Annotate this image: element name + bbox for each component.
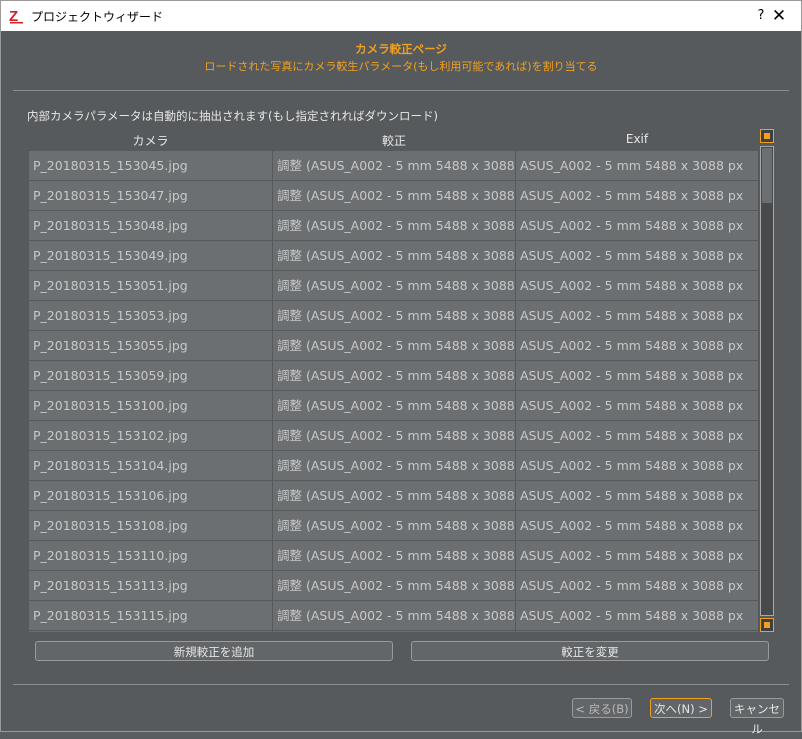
vertical-scrollbar[interactable] bbox=[760, 146, 774, 616]
exif-cell[interactable]: ASUS_A002 - 5 mm 5488 x 3088 px bbox=[516, 571, 758, 600]
table-row[interactable]: P_20180315_153108.jpg 調整 (ASUS_A002 - 5 m… bbox=[29, 511, 758, 540]
camera-cell[interactable]: P_20180315_153106.jpg bbox=[29, 481, 272, 510]
column-header-exif[interactable]: Exif bbox=[516, 132, 758, 150]
camera-cell[interactable]: P_20180315_153055.jpg bbox=[29, 331, 272, 360]
calibration-cell[interactable]: 調整 (ASUS_A002 - 5 mm 5488 x 3088 px) bbox=[273, 511, 515, 540]
exif-cell[interactable]: ASUS_A002 - 5 mm 5488 x 3088 px bbox=[516, 271, 758, 300]
table-row[interactable]: P_20180315_153104.jpg 調整 (ASUS_A002 - 5 m… bbox=[29, 451, 758, 480]
camera-cell[interactable]: P_20180315_153047.jpg bbox=[29, 181, 272, 210]
change-calibration-button[interactable]: 較正を変更 bbox=[411, 641, 769, 661]
divider bbox=[13, 684, 789, 685]
calibration-cell[interactable]: 調整 (ASUS_A002 - 5 mm 5488 x 3088 px) bbox=[273, 211, 515, 240]
camera-cell[interactable] bbox=[29, 631, 272, 632]
calibration-cell[interactable]: 調整 (ASUS_A002 - 5 mm 5488 x 3088 px) bbox=[273, 481, 515, 510]
svg-text:Z: Z bbox=[9, 8, 18, 24]
table-row[interactable]: P_20180315_153045.jpg 調整 (ASUS_A002 - 5 m… bbox=[29, 151, 758, 180]
table-row[interactable]: P_20180315_153049.jpg 調整 (ASUS_A002 - 5 m… bbox=[29, 241, 758, 270]
exif-cell[interactable]: ASUS_A002 - 5 mm 5488 x 3088 px bbox=[516, 541, 758, 570]
table-row[interactable]: P_20180315_153110.jpg 調整 (ASUS_A002 - 5 m… bbox=[29, 541, 758, 570]
table-row[interactable]: P_20180315_153059.jpg 調整 (ASUS_A002 - 5 m… bbox=[29, 361, 758, 390]
exif-cell[interactable]: ASUS_A002 - 5 mm 5488 x 3088 px bbox=[516, 511, 758, 540]
exif-cell[interactable]: ASUS_A002 - 5 mm 5488 x 3088 px bbox=[516, 331, 758, 360]
exif-cell[interactable]: ASUS_A002 - 5 mm 5488 x 3088 px bbox=[516, 151, 758, 180]
exif-cell[interactable]: ASUS_A002 - 5 mm 5488 x 3088 px bbox=[516, 421, 758, 450]
camera-cell[interactable]: P_20180315_153115.jpg bbox=[29, 601, 272, 630]
calibration-cell[interactable]: 調整 (ASUS_A002 - 5 mm 5488 x 3088 px) bbox=[273, 241, 515, 270]
camera-cell[interactable]: P_20180315_153059.jpg bbox=[29, 361, 272, 390]
page-heading: カメラ較正ページ bbox=[355, 42, 447, 56]
exif-cell[interactable]: ASUS_A002 - 5 mm 5488 x 3088 px bbox=[516, 601, 758, 630]
camera-cell[interactable]: P_20180315_153051.jpg bbox=[29, 271, 272, 300]
camera-cell[interactable]: P_20180315_153104.jpg bbox=[29, 451, 272, 480]
table-row[interactable]: P_20180315_153048.jpg 調整 (ASUS_A002 - 5 m… bbox=[29, 211, 758, 240]
calibration-cell[interactable]: 調整 (ASUS_A002 - 5 mm 5488 x 3088 px) bbox=[273, 181, 515, 210]
table-row[interactable]: P_20180315_153051.jpg 調整 (ASUS_A002 - 5 m… bbox=[29, 271, 758, 300]
camera-cell[interactable]: P_20180315_153045.jpg bbox=[29, 151, 272, 180]
calibration-cell[interactable]: 調整 (ASUS_A002 - 5 mm 5488 x 3088 px) bbox=[273, 301, 515, 330]
window-title: プロジェクトウィザード bbox=[31, 10, 164, 24]
table-row[interactable]: P_20180315_153113.jpg 調整 (ASUS_A002 - 5 m… bbox=[29, 571, 758, 600]
camera-cell[interactable]: P_20180315_153053.jpg bbox=[29, 301, 272, 330]
calibration-cell[interactable]: 調整 (ASUS_A002 - 5 mm 5488 x 3088 px) bbox=[273, 571, 515, 600]
scroll-up-icon[interactable] bbox=[760, 129, 774, 143]
exif-cell[interactable]: ASUS_A002 - 5 mm 5488 x 3088 px bbox=[516, 481, 758, 510]
exif-cell[interactable] bbox=[516, 631, 758, 632]
column-header-camera[interactable]: カメラ bbox=[29, 132, 272, 150]
table-row[interactable]: P_20180315_153100.jpg 調整 (ASUS_A002 - 5 m… bbox=[29, 391, 758, 420]
camera-cell[interactable]: P_20180315_153108.jpg bbox=[29, 511, 272, 540]
close-button[interactable]: ✕ bbox=[757, 1, 801, 31]
calibration-cell[interactable] bbox=[273, 631, 515, 632]
table-row[interactable]: P_20180315_153047.jpg 調整 (ASUS_A002 - 5 m… bbox=[29, 181, 758, 210]
exif-cell[interactable]: ASUS_A002 - 5 mm 5488 x 3088 px bbox=[516, 301, 758, 330]
add-calibration-button[interactable]: 新規較正を追加 bbox=[35, 641, 393, 661]
z-logo-icon: Z bbox=[9, 8, 23, 24]
camera-cell[interactable]: P_20180315_153048.jpg bbox=[29, 211, 272, 240]
next-button[interactable]: 次へ(N) > bbox=[650, 698, 712, 718]
calibration-cell[interactable]: 調整 (ASUS_A002 - 5 mm 5488 x 3088 px) bbox=[273, 541, 515, 570]
column-header-calibration[interactable]: 較正 bbox=[273, 132, 515, 150]
table-row[interactable]: P_20180315_153106.jpg 調整 (ASUS_A002 - 5 m… bbox=[29, 481, 758, 510]
divider bbox=[13, 90, 789, 91]
exif-cell[interactable]: ASUS_A002 - 5 mm 5488 x 3088 px bbox=[516, 241, 758, 270]
scrollbar-thumb[interactable] bbox=[762, 148, 772, 203]
exif-cell[interactable]: ASUS_A002 - 5 mm 5488 x 3088 px bbox=[516, 451, 758, 480]
camera-table: P_20180315_153045.jpg 調整 (ASUS_A002 - 5 m… bbox=[29, 151, 758, 632]
exif-cell[interactable]: ASUS_A002 - 5 mm 5488 x 3088 px bbox=[516, 391, 758, 420]
calibration-cell[interactable]: 調整 (ASUS_A002 - 5 mm 5488 x 3088 px) bbox=[273, 271, 515, 300]
exif-cell[interactable]: ASUS_A002 - 5 mm 5488 x 3088 px bbox=[516, 211, 758, 240]
table-row[interactable]: P_20180315_153102.jpg 調整 (ASUS_A002 - 5 m… bbox=[29, 421, 758, 450]
camera-cell[interactable]: P_20180315_153113.jpg bbox=[29, 571, 272, 600]
scroll-down-icon[interactable] bbox=[760, 618, 774, 632]
title-bar: Z プロジェクトウィザード ? ✕ bbox=[1, 1, 801, 31]
project-wizard-window: Z プロジェクトウィザード ? ✕ カメラ較正ページ ロードされた写真にカメラ較… bbox=[0, 0, 802, 736]
calibration-cell[interactable]: 調整 (ASUS_A002 - 5 mm 5488 x 3088 px) bbox=[273, 151, 515, 180]
info-text: 内部カメラパラメータは自動的に抽出されます(もし指定されればダウンロード) bbox=[27, 109, 439, 123]
calibration-cell[interactable]: 調整 (ASUS_A002 - 5 mm 5488 x 3088 px) bbox=[273, 361, 515, 390]
camera-cell[interactable]: P_20180315_153100.jpg bbox=[29, 391, 272, 420]
calibration-cell[interactable]: 調整 (ASUS_A002 - 5 mm 5488 x 3088 px) bbox=[273, 601, 515, 630]
cancel-button[interactable]: キャンセル bbox=[730, 698, 784, 736]
calibration-cell[interactable]: 調整 (ASUS_A002 - 5 mm 5488 x 3088 px) bbox=[273, 331, 515, 360]
table-row[interactable] bbox=[29, 631, 758, 632]
back-button[interactable]: < 戻る(B) bbox=[572, 698, 632, 718]
table-row[interactable]: P_20180315_153115.jpg 調整 (ASUS_A002 - 5 m… bbox=[29, 601, 758, 630]
camera-cell[interactable]: P_20180315_153110.jpg bbox=[29, 541, 272, 570]
table-row[interactable]: P_20180315_153053.jpg 調整 (ASUS_A002 - 5 m… bbox=[29, 301, 758, 330]
page-subheading: ロードされた写真にカメラ較生パラメータ(もし利用可能であれば)を割り当てる bbox=[204, 60, 598, 73]
calibration-cell[interactable]: 調整 (ASUS_A002 - 5 mm 5488 x 3088 px) bbox=[273, 391, 515, 420]
camera-cell[interactable]: P_20180315_153102.jpg bbox=[29, 421, 272, 450]
calibration-cell[interactable]: 調整 (ASUS_A002 - 5 mm 5488 x 3088 px) bbox=[273, 451, 515, 480]
table-row[interactable]: P_20180315_153055.jpg 調整 (ASUS_A002 - 5 m… bbox=[29, 331, 758, 360]
calibration-cell[interactable]: 調整 (ASUS_A002 - 5 mm 5488 x 3088 px) bbox=[273, 421, 515, 450]
exif-cell[interactable]: ASUS_A002 - 5 mm 5488 x 3088 px bbox=[516, 361, 758, 390]
camera-cell[interactable]: P_20180315_153049.jpg bbox=[29, 241, 272, 270]
exif-cell[interactable]: ASUS_A002 - 5 mm 5488 x 3088 px bbox=[516, 181, 758, 210]
